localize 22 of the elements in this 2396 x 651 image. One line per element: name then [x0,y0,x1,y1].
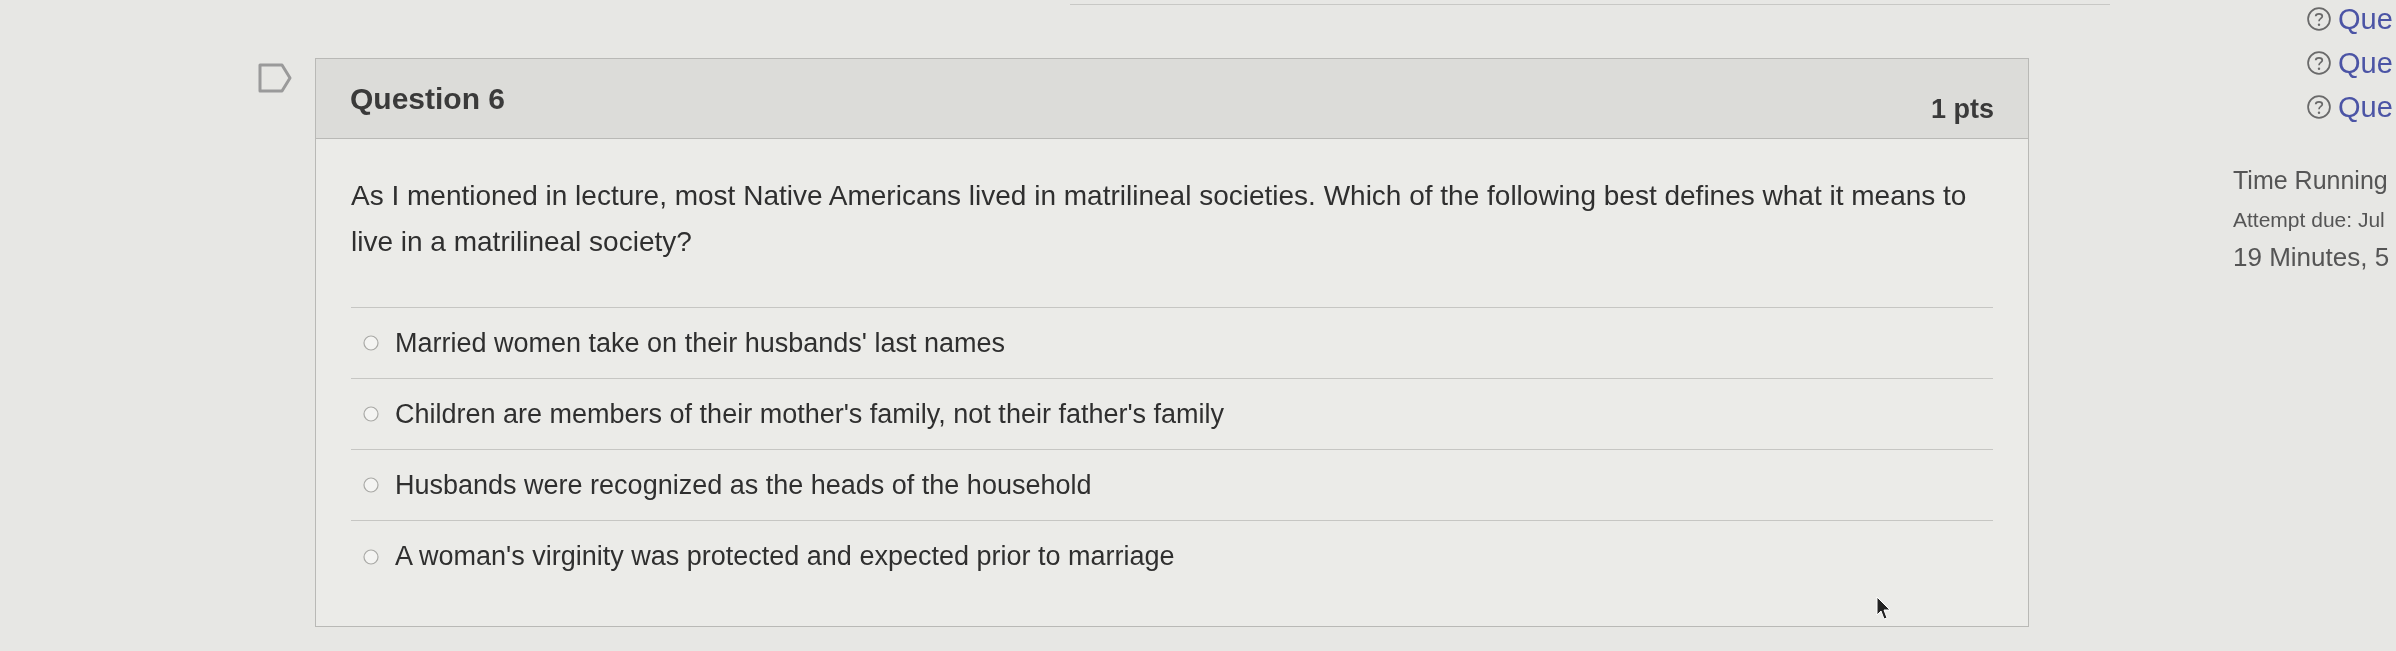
answer-option[interactable]: Children are members of their mother's family, not their father's family [395,393,1225,435]
question-text: As I mentioned in lecture, most Native Americans lived in matrilineal societies. Which of the following best defines what it means to live in a matrilineal society? [351,179,1968,259]
timer-heading: Time Running [2233,165,2389,196]
bookmark-flag-icon[interactable] [258,62,292,94]
time-remaining-text: 19 Minutes, 5 [2233,241,2391,274]
question-points: 1 pts [1930,93,1994,127]
question-link[interactable]: Que [2338,90,2393,124]
attempt-due-text: Attempt due: Jul [2233,207,2386,233]
cursor-icon [1876,596,1892,620]
help-circle-icon [2307,95,2331,119]
answer-option[interactable]: A woman's virginity was protected and expected prior to marriage [395,536,1175,577]
question-link[interactable]: Que [2338,2,2393,36]
help-circle-icon [2307,51,2331,75]
radio-button[interactable] [363,477,379,493]
help-circle-icon [2307,7,2331,31]
answer-option[interactable]: Married women take on their husbands' last names [395,322,1005,364]
question-title: Question 6 [350,81,506,117]
radio-button[interactable] [363,335,379,351]
question-link[interactable]: Que [2338,46,2393,80]
answer-option[interactable]: Husbands were recognized as the heads of the household [395,464,1092,506]
radio-button[interactable] [363,406,379,422]
radio-button[interactable] [363,548,379,565]
